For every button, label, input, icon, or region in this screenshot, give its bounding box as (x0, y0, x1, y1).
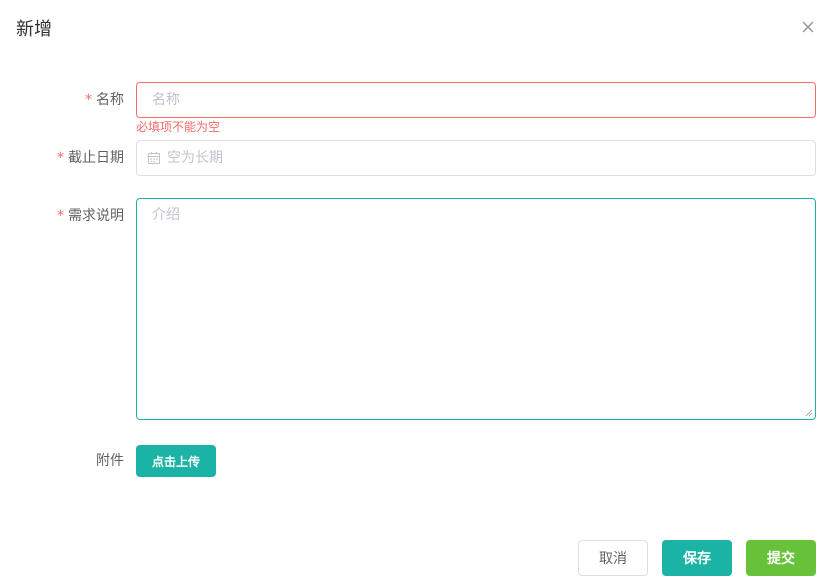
save-button[interactable]: 保存 (662, 540, 732, 576)
required-mark: * (57, 150, 64, 166)
add-dialog: 新增 *名称 必填项不能为空 *截止日期 *需求说明 (0, 0, 836, 587)
required-mark: * (85, 92, 92, 108)
submit-button[interactable]: 提交 (746, 540, 816, 576)
required-mark: * (57, 208, 64, 224)
description-field[interactable] (136, 198, 816, 420)
description-textarea[interactable] (152, 206, 802, 406)
description-label-text: 需求说明 (68, 208, 124, 224)
name-error-message: 必填项不能为空 (136, 120, 221, 134)
description-label: * 需求说明 (0, 206, 124, 226)
deadline-date-picker[interactable] (136, 140, 816, 176)
cancel-button[interactable]: 取消 (578, 540, 648, 576)
deadline-input[interactable] (167, 149, 787, 167)
calendar-icon (148, 152, 160, 164)
attachment-label: 附件 (96, 453, 124, 469)
dialog-title: 新增 (16, 19, 52, 40)
resize-handle-icon[interactable] (805, 409, 813, 417)
name-label: * 名称 (0, 90, 124, 110)
close-icon[interactable] (799, 18, 817, 36)
name-input[interactable] (152, 91, 802, 109)
deadline-label-text: 截止日期 (68, 150, 124, 166)
name-field[interactable] (136, 82, 816, 118)
name-label-text: 名称 (96, 92, 124, 108)
upload-button[interactable]: 点击上传 (136, 445, 216, 477)
deadline-label: * 截止日期 (0, 148, 124, 168)
